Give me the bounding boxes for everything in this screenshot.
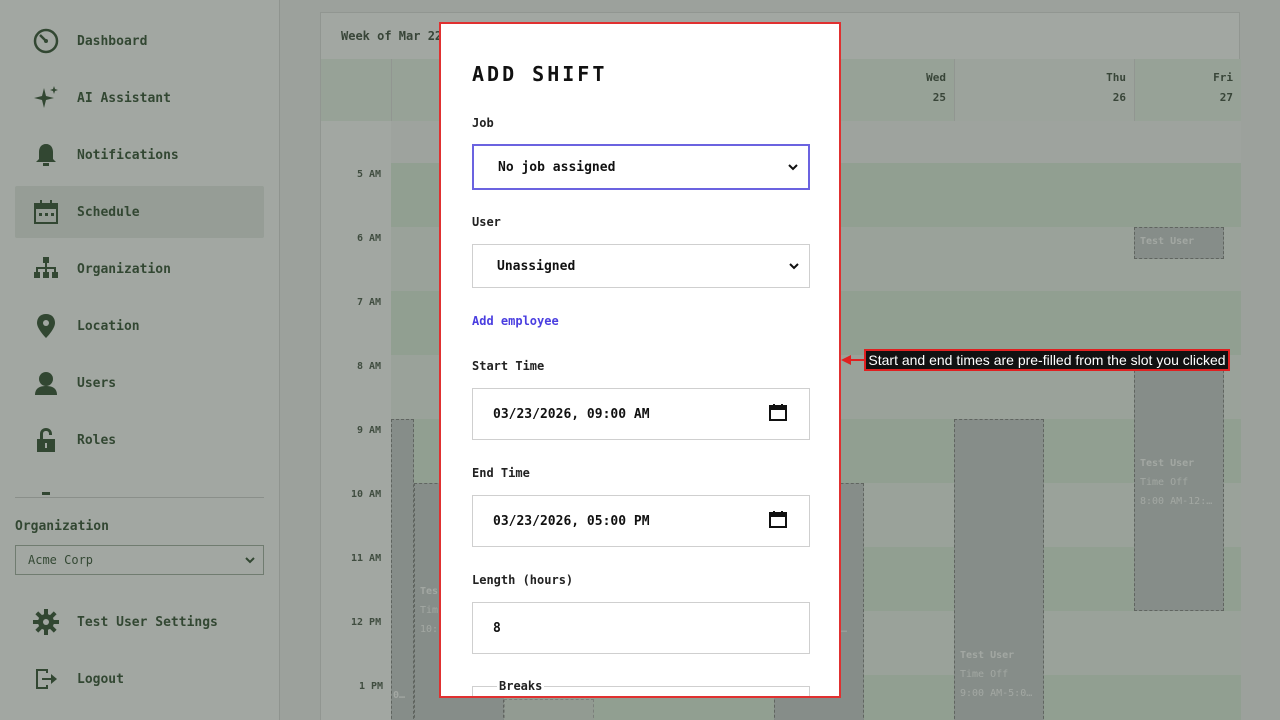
add-shift-modal: ADD SHIFT Job No job assigned User Unass… — [439, 22, 841, 698]
job-label: Job — [472, 116, 494, 130]
user-select-value: Unassigned — [497, 258, 576, 274]
chevron-down-icon — [788, 160, 798, 175]
breaks-legend: Breaks — [497, 679, 545, 693]
length-label: Length (hours) — [472, 573, 574, 587]
end-time-label: End Time — [472, 466, 530, 480]
start-time-value: 03/23/2026, 09:00 AM — [493, 406, 650, 422]
start-time-label: Start Time — [472, 359, 545, 373]
start-time-input[interactable]: 03/23/2026, 09:00 AM — [472, 388, 810, 440]
annotation-arrow-line — [850, 359, 865, 361]
length-value: 8 — [493, 620, 501, 636]
chevron-down-icon — [789, 259, 799, 274]
end-time-input[interactable]: 03/23/2026, 05:00 PM — [472, 495, 810, 547]
calendar-icon[interactable] — [769, 403, 787, 425]
add-employee-link[interactable]: Add employee — [472, 314, 559, 328]
job-select-value: No job assigned — [498, 159, 616, 175]
user-select[interactable]: Unassigned — [472, 244, 810, 288]
length-input[interactable]: 8 — [472, 602, 810, 654]
annotation-callout: Start and end times are pre-filled from … — [864, 349, 1230, 371]
user-label: User — [472, 215, 501, 229]
calendar-icon[interactable] — [769, 510, 787, 532]
end-time-value: 03/23/2026, 05:00 PM — [493, 513, 650, 529]
modal-title: ADD SHIFT — [472, 62, 608, 86]
job-select[interactable]: No job assigned — [472, 144, 810, 190]
